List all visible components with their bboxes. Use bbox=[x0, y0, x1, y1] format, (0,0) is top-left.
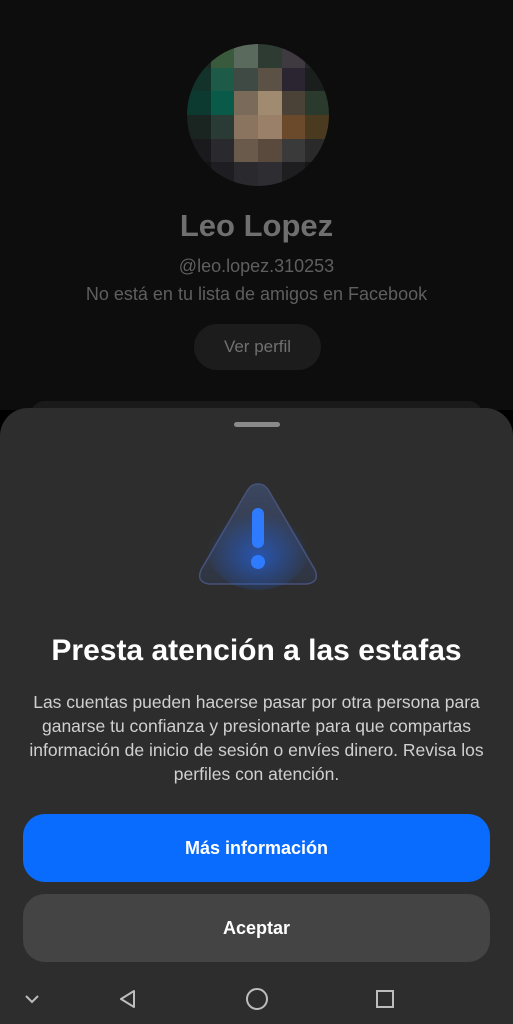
scam-warning-sheet: Presta atención a las estafas Las cuenta… bbox=[0, 408, 513, 974]
system-navigation-bar bbox=[0, 974, 513, 1024]
more-info-button[interactable]: Más información bbox=[23, 814, 490, 882]
profile-name: Leo Lopez bbox=[179, 208, 334, 243]
chevron-down-icon[interactable] bbox=[17, 984, 47, 1014]
sheet-title: Presta atención a las estafas bbox=[51, 634, 462, 667]
avatar bbox=[187, 44, 329, 186]
warning-triangle-icon bbox=[193, 478, 323, 592]
sheet-description: Las cuentas pueden hacerse pasar por otr… bbox=[29, 692, 484, 784]
back-icon[interactable] bbox=[113, 984, 143, 1014]
home-icon[interactable] bbox=[242, 984, 272, 1014]
profile-header: Leo Lopez @leo.lopez.310253 No está en t… bbox=[0, 0, 513, 431]
relationship-note: No está en tu lista de amigos en Faceboo… bbox=[85, 284, 428, 304]
profile-handle: @leo.lopez.310253 bbox=[178, 256, 335, 276]
sheet-drag-handle[interactable] bbox=[234, 422, 280, 427]
recents-icon[interactable] bbox=[370, 984, 400, 1014]
view-profile-button[interactable]: Ver perfil bbox=[194, 324, 321, 370]
accept-button[interactable]: Aceptar bbox=[23, 894, 490, 962]
